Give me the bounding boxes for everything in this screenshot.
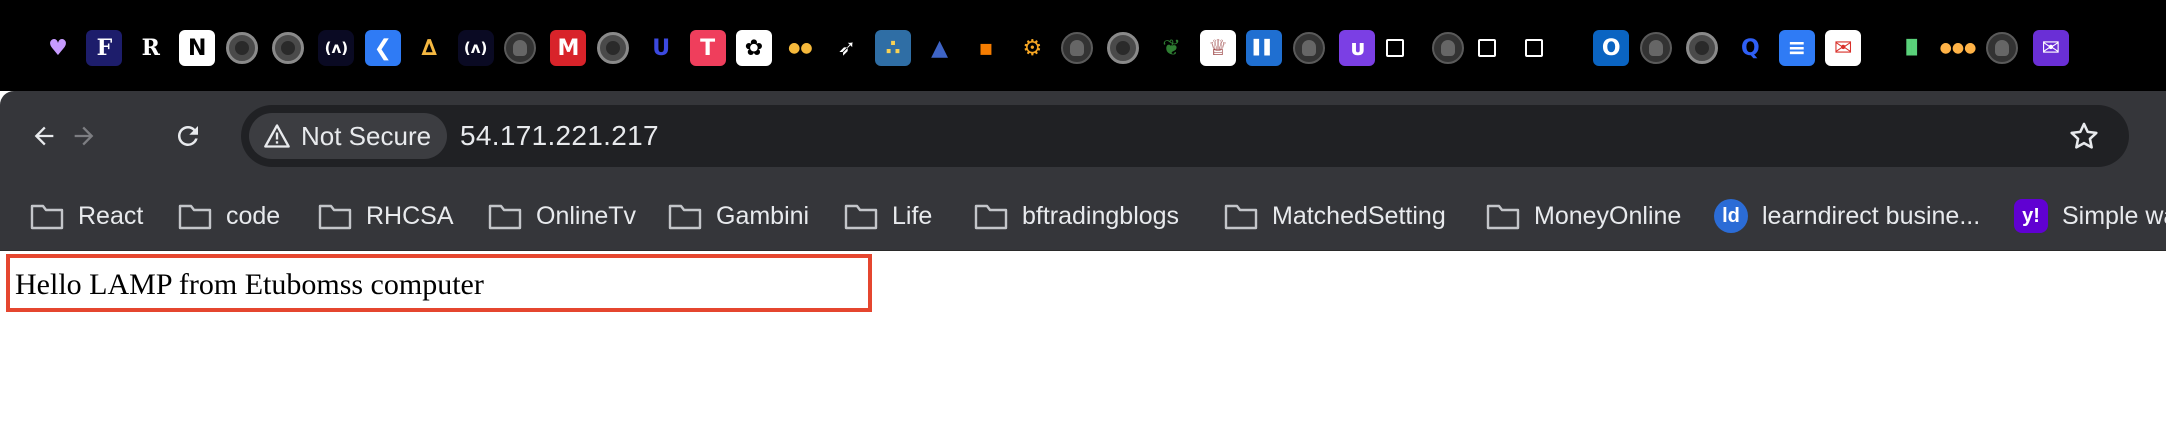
globe-icon[interactable] [272, 32, 304, 64]
reload-button[interactable] [165, 113, 211, 159]
bookmark-star-button[interactable] [2065, 117, 2103, 155]
page-content: Hello LAMP from Etubomss computer [0, 251, 2166, 428]
globe-icon[interactable] [596, 32, 629, 64]
purple-mail-icon[interactable]: ✉ [2032, 30, 2069, 66]
bookmark-matchedsetting[interactable]: MatchedSetting [1224, 182, 1446, 250]
t-logo-icon[interactable]: T [689, 30, 726, 66]
outlook-icon[interactable]: O [1593, 30, 1630, 66]
globe-icon[interactable] [1686, 32, 1718, 64]
browser-toolbar: Not Secure 54.171.221.217 [0, 91, 2166, 182]
bookmark-label: RHCSA [366, 201, 454, 230]
bookmark-label: Life [892, 201, 933, 230]
bookmarks-bar: React code RHCSA OnlineTv Gambini Life bftradi… [0, 182, 2166, 251]
bookmark-life[interactable]: Life [844, 182, 932, 250]
bookmark-label: React [78, 201, 144, 230]
bookmark-simple-wa[interactable]: y! Simple wa [2014, 182, 2166, 250]
blank-square-icon[interactable] [1385, 39, 1404, 57]
campfire-icon[interactable]: ∆ [411, 30, 447, 66]
blank-square-icon[interactable] [1478, 39, 1497, 57]
github-icon[interactable] [1060, 32, 1093, 64]
arrow-right-icon [74, 126, 94, 146]
folder-icon [488, 202, 522, 230]
chart-icon[interactable]: ▐▌ [1894, 30, 1930, 66]
github-icon[interactable] [504, 32, 536, 64]
m-logo-icon[interactable]: M [550, 30, 587, 66]
r-logo-icon[interactable]: R [133, 30, 169, 66]
bookmark-bftradingblogs[interactable]: bftradingblogs [974, 182, 1179, 250]
bookmark-label: Simple wa [2062, 201, 2166, 230]
github-icon[interactable] [1986, 32, 2019, 64]
globe-icon[interactable] [225, 32, 258, 64]
url-text[interactable]: 54.171.221.217 [460, 105, 659, 167]
rocket-icon[interactable]: ➶ [829, 30, 865, 66]
blue-circle-icon[interactable]: ❮ [364, 30, 401, 66]
bookmark-label: code [226, 201, 281, 230]
forward-button[interactable] [61, 113, 107, 159]
folder-icon [1486, 202, 1520, 230]
bookmark-label: MoneyOnline [1534, 201, 1682, 230]
security-indicator[interactable]: Not Secure [249, 113, 448, 159]
bookmark-rhcsa[interactable]: RHCSA [318, 182, 454, 250]
reload-icon [177, 125, 198, 146]
udemy-u-icon[interactable]: U [643, 30, 679, 66]
yahoo-icon: y! [2014, 199, 2048, 233]
github-icon[interactable] [1432, 32, 1464, 64]
gmail-like-icon[interactable]: ✉ [1825, 30, 1862, 66]
colorful-dots-icon[interactable]: ●●● [1940, 30, 1977, 66]
folder-icon [318, 202, 352, 230]
folder-icon [974, 202, 1008, 230]
bookmark-label: Gambini [716, 201, 810, 230]
python-icon[interactable]: ∴ [875, 30, 912, 66]
star-icon [2070, 122, 2098, 149]
github-icon[interactable] [1639, 32, 1672, 64]
arrow-left-icon [34, 126, 54, 146]
sailboat-icon[interactable]: ▲ [922, 30, 958, 66]
bookmark-code[interactable]: code [178, 182, 280, 250]
google-docs-icon[interactable]: ≡ [1778, 30, 1815, 66]
openai-icon[interactable]: ✿ [736, 30, 772, 66]
fancy-f-icon[interactable]: F [86, 30, 123, 66]
folder-icon [668, 202, 702, 230]
trello-icon[interactable]: ▌▌ [1246, 30, 1283, 66]
folder-icon [178, 202, 212, 230]
heart-icon[interactable]: ♥ [40, 30, 76, 66]
dots-icon[interactable]: ●● [782, 30, 818, 66]
bookmark-label: OnlineTv [536, 201, 637, 230]
freecodecamp-icon[interactable]: (ʌ) [318, 30, 355, 66]
folder-icon [844, 202, 878, 230]
folder-icon [1224, 202, 1258, 230]
bookmark-label: MatchedSetting [1272, 201, 1446, 230]
learndirect-icon: ld [1714, 199, 1748, 233]
warning-icon [264, 124, 290, 148]
upwork-u-icon[interactable]: ᴜ [1339, 30, 1376, 66]
crest-icon[interactable]: ♕ [1200, 30, 1236, 66]
folder-icon [30, 202, 64, 230]
blue-q-icon[interactable]: Q [1732, 30, 1768, 66]
pinned-tab-strip: ♥ F R N (ʌ) ❮ ∆ (ʌ) M U T ✿ ●● ➶ ∴ ▲ ▪ ⚙ ❦ ♕ ▌▌ ᴜ O Q ≡ ✉ ▐▌ ●●● ✉ [0, 0, 2166, 91]
bookmark-react[interactable]: React [30, 182, 143, 250]
github-icon[interactable] [1292, 32, 1325, 64]
bookmark-label: learndirect busine... [1762, 201, 1981, 230]
address-bar[interactable]: Not Secure 54.171.221.217 [241, 105, 2129, 167]
orange-nodes-icon[interactable]: ▪ [968, 30, 1004, 66]
bookmark-onlinetv[interactable]: OnlineTv [488, 182, 636, 250]
notion-icon[interactable]: N [179, 30, 216, 66]
lightbulb-icon[interactable]: ⚙ [1014, 30, 1050, 66]
globe-icon[interactable] [1107, 32, 1140, 64]
security-label: Not Secure [301, 120, 432, 151]
bookmark-label: bftradingblogs [1022, 201, 1180, 230]
freecodecamp-icon[interactable]: (ʌ) [457, 30, 494, 66]
blank-square-icon[interactable] [1524, 39, 1543, 57]
page-body-text: Hello LAMP from Etubomss computer [15, 268, 484, 301]
bookmark-gambini[interactable]: Gambini [668, 182, 809, 250]
bookmark-moneyonline[interactable]: MoneyOnline [1486, 182, 1681, 250]
bookmark-learndirect-busine[interactable]: ld learndirect busine... [1714, 182, 1980, 250]
coat-of-arms-icon[interactable]: ❦ [1154, 30, 1190, 66]
